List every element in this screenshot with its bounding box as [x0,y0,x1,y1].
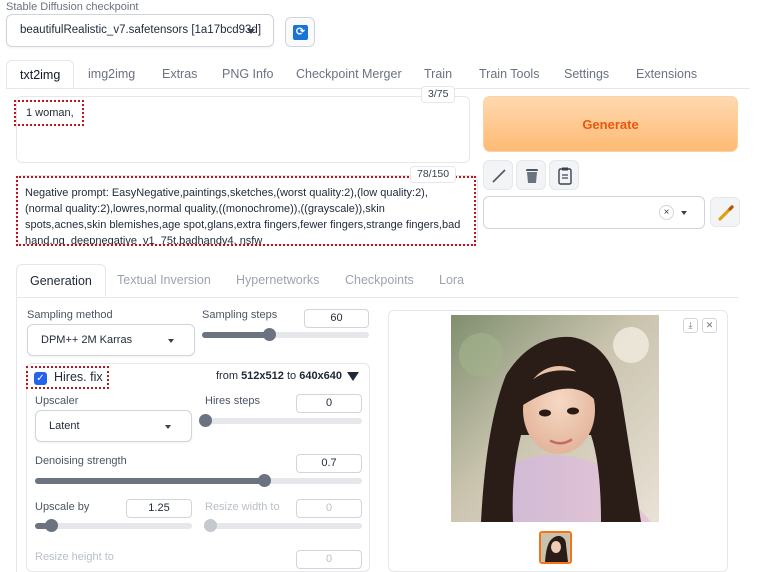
styles-select[interactable]: × [483,196,705,229]
slider-handle[interactable] [262,328,276,341]
negative-token-counter: 78/150 [410,166,457,183]
upscale-by-label: Upscale by [35,501,90,513]
slider-fill [35,478,264,484]
clipboard-button[interactable] [549,160,579,190]
read-params-button[interactable] [483,160,513,190]
resize-height-label: Resize height to [35,551,114,563]
resize-height-input[interactable]: 0 [296,550,362,569]
prompt-token-counter: 3/75 [421,86,456,103]
hires-size-info: from 512x512 to 640x640 [216,370,342,382]
checkpoint-select[interactable]: beautifulRealistic_v7.safetensors [1a17b… [6,14,274,47]
denoising-strength-slider[interactable] [35,474,362,487]
checkpoint-label: Stable Diffusion checkpoint [6,1,139,13]
upscaler-value: Latent [49,420,80,432]
brush-icon [718,205,734,221]
subtab-lora[interactable]: Lora [439,264,464,297]
edit-styles-button[interactable] [710,197,740,227]
sampling-steps-label: Sampling steps [202,309,278,321]
tab-extras[interactable]: Extras [162,60,197,88]
slider-handle[interactable] [199,414,212,427]
subtabs-divider [16,297,738,298]
prompt-highlight [14,100,84,126]
refresh-icon: ⟳ [293,25,308,40]
collapse-triangle-icon[interactable] [347,372,359,381]
slider-handle[interactable] [204,519,217,532]
tab-train-tools[interactable]: Train Tools [479,60,539,88]
hires-steps-label: Hires steps [205,395,261,407]
subtab-checkpoints[interactable]: Checkpoints [345,264,414,297]
hires-steps-slider[interactable] [199,414,362,427]
hires-to-size: 640x640 [299,370,343,382]
upscaler-label: Upscaler [35,395,79,407]
subtab-generation[interactable]: Generation [16,264,106,297]
subtab-hypernetworks[interactable]: Hypernetworks [236,264,319,297]
hires-fix-highlight [26,366,109,389]
tab-txt2img[interactable]: txt2img [6,60,75,88]
tab-settings[interactable]: Settings [564,60,609,88]
prompt-textarea[interactable]: 1 woman, [16,96,470,163]
generated-image[interactable] [451,315,659,522]
checkpoint-value: beautifulRealistic_v7.safetensors [1a17b… [20,24,262,36]
upscale-by-slider[interactable] [35,519,192,532]
sampling-steps-slider[interactable] [202,328,369,341]
slider-handle[interactable] [44,519,58,532]
trash-button[interactable] [516,160,546,190]
negative-prompt-highlight [16,176,476,246]
trash-icon [526,169,538,183]
resize-width-input[interactable]: 0 [296,499,362,518]
slider-fill [202,332,269,338]
close-icon[interactable]: ✕ [702,318,717,333]
tab-train[interactable]: Train [424,60,452,88]
denoising-strength-input[interactable]: 0.7 [296,454,362,473]
sampling-method-label: Sampling method [27,309,113,321]
tabs-divider [6,88,750,89]
resize-width-slider[interactable] [204,519,362,532]
chevron-down-icon [247,29,255,34]
clipboard-icon [558,167,572,185]
hires-from-size: 512x512 [241,370,284,382]
thumbnail-image[interactable] [539,531,572,564]
tab-img2img[interactable]: img2img [88,60,135,88]
hires-to-prefix: to [286,370,297,382]
denoising-strength-label: Denoising strength [35,455,127,467]
clear-styles-icon[interactable]: × [659,205,674,220]
sampling-steps-input[interactable]: 60 [304,309,369,328]
tab-checkpoint-merger[interactable]: Checkpoint Merger [296,60,402,88]
chevron-down-icon [681,211,687,215]
sampling-method-value: DPM++ 2M Karras [41,334,133,346]
slider-handle[interactable] [257,474,271,487]
panel-border [16,297,17,572]
hires-steps-input[interactable]: 0 [296,394,362,413]
generate-button[interactable]: Generate [483,96,738,152]
subtab-textual-inversion[interactable]: Textual Inversion [117,264,211,297]
pencil-icon [492,169,506,183]
tab-extensions[interactable]: Extensions [636,60,697,88]
download-icon[interactable]: ⤓ [683,318,698,333]
upscale-by-input[interactable]: 1.25 [126,499,192,518]
sampling-method-select[interactable]: DPM++ 2M Karras [27,324,195,356]
main-tabs: txt2img img2img Extras PNG Info Checkpoi… [6,60,750,88]
refresh-checkpoint-button[interactable]: ⟳ [285,17,315,47]
upscaler-select[interactable]: Latent [35,410,192,442]
hires-from-prefix: from [216,370,238,382]
chevron-down-icon [168,339,174,343]
chevron-down-icon [165,425,171,429]
resize-width-label: Resize width to [205,501,280,513]
tab-png-info[interactable]: PNG Info [222,60,273,88]
